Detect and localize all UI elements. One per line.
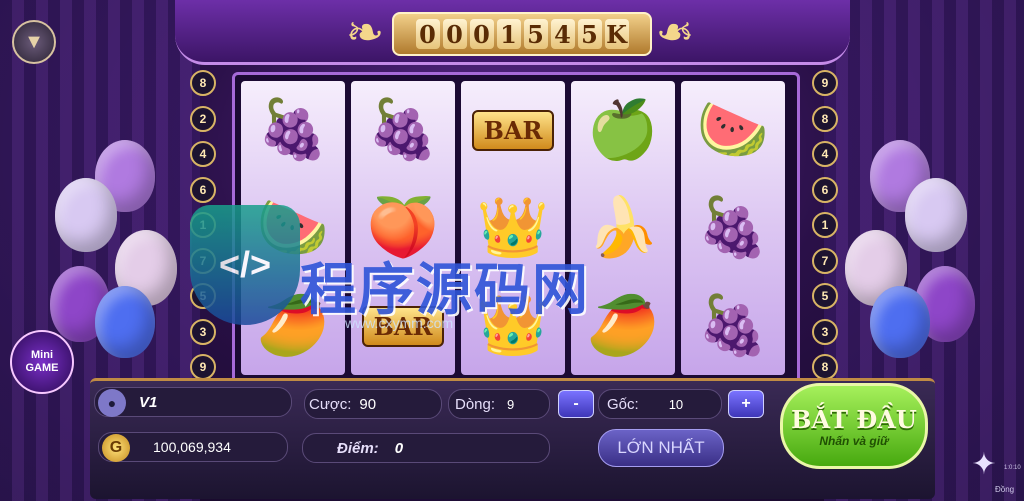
mini-game-button[interactable]: Mini GAME bbox=[10, 330, 74, 394]
bet-label: Cược: bbox=[309, 395, 352, 413]
balloon bbox=[870, 286, 930, 358]
menu-button[interactable]: ▼ bbox=[12, 20, 56, 64]
watermelon-icon: 🍉 bbox=[696, 97, 770, 162]
watermelon-icon: 🍉 bbox=[256, 195, 330, 260]
max-bet-button[interactable]: LỚN NHẤT bbox=[598, 429, 724, 467]
increase-base-button[interactable]: + bbox=[728, 390, 764, 418]
minus-icon: - bbox=[573, 395, 579, 412]
points-label: Điểm: bbox=[337, 439, 379, 457]
jackpot-counter: ❧ 0 0 0 1 5 4 5 K ❧ bbox=[330, 6, 710, 58]
bar-label: BAR bbox=[361, 305, 445, 347]
player-name: V1 bbox=[139, 393, 158, 411]
points-value: 0 bbox=[394, 439, 404, 457]
grape-icon: 🍇 bbox=[366, 97, 440, 162]
avatar[interactable]: ● bbox=[98, 389, 126, 417]
reel: BAR 👑 👑 bbox=[461, 81, 565, 375]
line-number[interactable]: 1 bbox=[190, 212, 216, 238]
jackpot-digit: 1 bbox=[496, 19, 521, 49]
base-field: Gốc: 10 bbox=[598, 389, 722, 419]
start-button-label: BẮT ĐẦU bbox=[791, 404, 917, 434]
line-number[interactable]: 9 bbox=[812, 70, 838, 96]
mini-game-line2: GAME bbox=[25, 362, 59, 374]
base-value: 10 bbox=[668, 396, 684, 412]
wing-icon: ❧ bbox=[345, 6, 385, 58]
line-number[interactable]: 6 bbox=[812, 176, 838, 203]
crown-icon: 👑 bbox=[476, 293, 550, 358]
jackpot-digit: K bbox=[604, 19, 629, 49]
balloon bbox=[95, 286, 155, 358]
plus-icon: + bbox=[741, 395, 751, 412]
jackpot-digit: 0 bbox=[442, 19, 467, 49]
line-number[interactable]: 8 bbox=[812, 105, 838, 132]
line-number[interactable]: 6 bbox=[190, 176, 216, 203]
jackpot-display: 0 0 0 1 5 4 5 K bbox=[392, 12, 652, 56]
jackpot-digit: 0 bbox=[469, 19, 494, 49]
grape-icon: 🍇 bbox=[256, 97, 330, 162]
lines-field: Dòng: 9 bbox=[448, 389, 550, 419]
jackpot-digit: 5 bbox=[577, 19, 602, 49]
mini-game-line1: Mini bbox=[31, 349, 53, 361]
reel-frame: 🍇 🍉 🥭 🍇 🍑 BAR BAR 👑 👑 🍏 🍌 🥭 🍉 🍇 🍇 bbox=[232, 72, 800, 384]
line-number[interactable]: 3 bbox=[190, 318, 216, 345]
grape-icon: 🍇 bbox=[696, 293, 770, 358]
bar-symbol: BAR bbox=[461, 81, 565, 179]
reel: 🍏 🍌 🥭 bbox=[571, 81, 675, 375]
line-number[interactable]: 7 bbox=[812, 247, 838, 274]
balloon bbox=[55, 178, 117, 252]
jackpot-digit: 5 bbox=[523, 19, 548, 49]
lines-label: Dòng: bbox=[455, 395, 496, 413]
mango-icon: 🥭 bbox=[256, 293, 330, 358]
base-label: Gốc: bbox=[607, 395, 639, 413]
bet-value: 90 bbox=[359, 395, 377, 413]
balance-value: 100,069,934 bbox=[153, 439, 231, 455]
start-button[interactable]: BẮT ĐẦU Nhấn và giữ bbox=[780, 383, 928, 469]
line-number[interactable]: 4 bbox=[812, 141, 838, 167]
jackpot-digit: 4 bbox=[550, 19, 575, 49]
start-button-hint: Nhấn và giữ bbox=[819, 433, 889, 448]
jackpot-digit: 0 bbox=[415, 19, 440, 49]
coin-icon: G bbox=[102, 434, 130, 462]
bar-symbol: BAR bbox=[351, 277, 455, 375]
line-number[interactable]: 5 bbox=[812, 283, 838, 309]
line-number[interactable]: 5 bbox=[190, 283, 216, 309]
line-numbers-left: 8 2 4 6 1 7 5 3 9 bbox=[190, 70, 216, 380]
bar-label: BAR bbox=[471, 109, 555, 151]
chevron-down-icon: ▼ bbox=[24, 30, 44, 53]
lines-value: 9 bbox=[507, 396, 515, 412]
line-number[interactable]: 4 bbox=[190, 141, 216, 167]
points-field: Điểm: 0 bbox=[302, 433, 550, 463]
line-number[interactable]: 2 bbox=[190, 105, 216, 132]
mango-icon: 🥭 bbox=[586, 293, 660, 358]
reel: 🍇 🍉 🥭 bbox=[241, 81, 345, 375]
sparkle-icon[interactable]: ✦ bbox=[966, 446, 1002, 482]
plum-icon: 🍑 bbox=[366, 195, 440, 260]
line-number[interactable]: 8 bbox=[812, 354, 838, 380]
line-number[interactable]: 7 bbox=[190, 247, 216, 274]
decrease-base-button[interactable]: - bbox=[558, 390, 594, 418]
grape-icon: 🍇 bbox=[696, 195, 770, 260]
reel: 🍇 🍑 BAR bbox=[351, 81, 455, 375]
line-number[interactable]: 1 bbox=[812, 212, 838, 238]
line-number[interactable]: 8 bbox=[190, 70, 216, 96]
crown-icon: 👑 bbox=[476, 195, 550, 260]
wing-icon: ❧ bbox=[655, 6, 695, 58]
line-numbers-right: 9 8 4 6 1 7 5 3 8 bbox=[812, 70, 838, 380]
banana-icon: 🍌 bbox=[586, 195, 660, 260]
line-number[interactable]: 9 bbox=[190, 354, 216, 380]
line-number[interactable]: 3 bbox=[812, 318, 838, 345]
bet-field: Cược: 90 bbox=[304, 389, 442, 419]
status-label: Đồng bbox=[995, 485, 1015, 494]
apple-icon: 🍏 bbox=[586, 97, 660, 162]
balloon bbox=[905, 178, 967, 252]
reel: 🍉 🍇 🍇 bbox=[681, 81, 785, 375]
clock-text: 1:0:10 bbox=[1004, 465, 1021, 471]
